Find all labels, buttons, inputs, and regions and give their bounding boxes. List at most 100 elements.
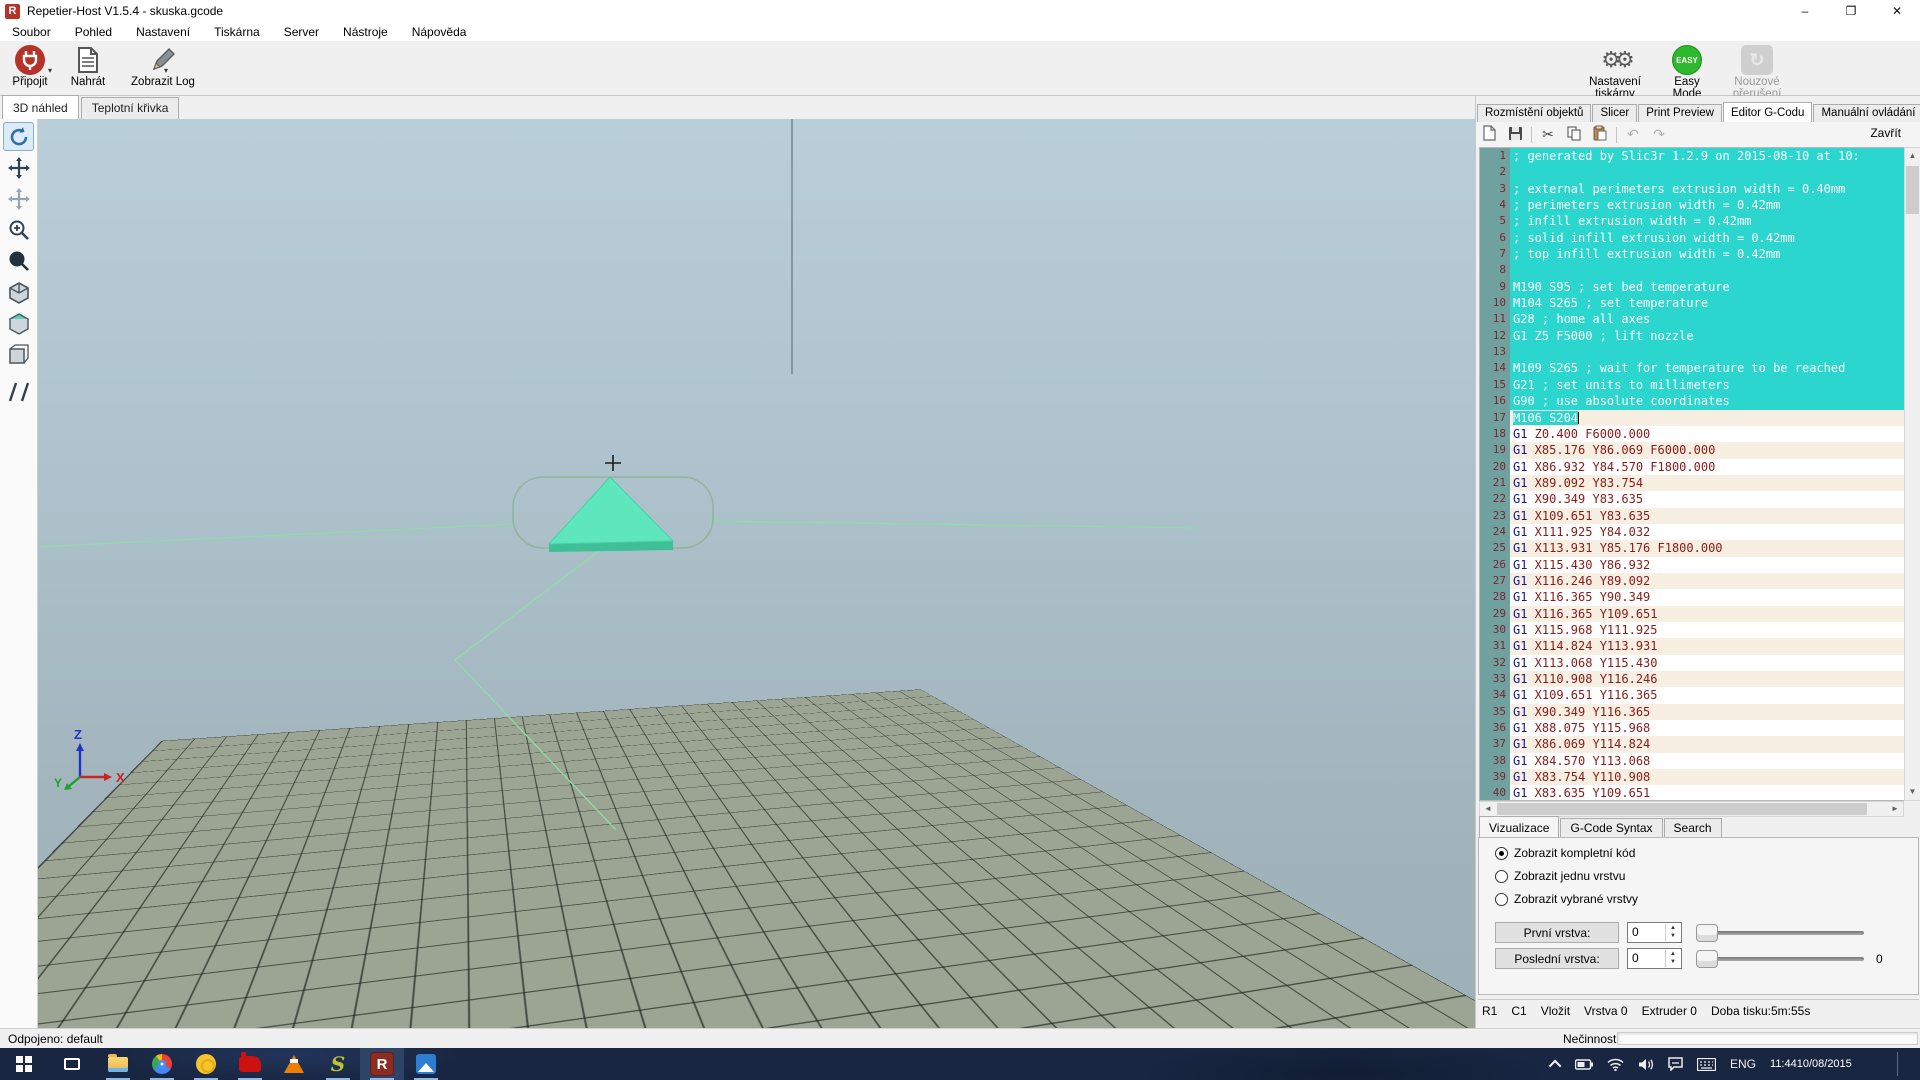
gcode-line[interactable]: 34G1 X109.651 Y116.365 [1480, 687, 1904, 703]
show-desktop-divider[interactable] [1897, 1052, 1898, 1076]
parallel-projection-button[interactable] [3, 377, 34, 406]
gcode-line[interactable]: 24G1 X111.925 Y84.032 [1480, 524, 1904, 540]
wifi-icon[interactable] [1607, 1058, 1624, 1071]
gcode-line[interactable]: 2 [1480, 164, 1904, 180]
taskbar-chrome-canary[interactable] [184, 1048, 228, 1080]
gcode-line[interactable]: 30G1 X115.968 Y111.925 [1480, 622, 1904, 638]
connect-button[interactable]: ▾ Připojit [4, 44, 56, 94]
tab-rozmisteni-objektu[interactable]: Rozmístění objektů [1477, 104, 1591, 122]
taskbar-slicer[interactable]: S [316, 1048, 360, 1080]
language-indicator[interactable]: ENG [1730, 1057, 1756, 1071]
gcode-line[interactable]: 32G1 X113.068 Y115.430 [1480, 655, 1904, 671]
gcode-line[interactable]: 27G1 X116.246 Y89.092 [1480, 573, 1904, 589]
show-log-button[interactable]: Zobrazit Log [128, 44, 198, 94]
tab-manualni-ovladani[interactable]: Manuální ovládání [1813, 104, 1920, 122]
touch-keyboard-icon[interactable] [1697, 1058, 1716, 1071]
slider-thumb[interactable] [1696, 950, 1718, 968]
menu-nastroje[interactable]: Nástroje [331, 25, 400, 39]
printer-settings-button[interactable]: ⚙⚙ Nastavení tiskárny [1570, 44, 1660, 94]
battery-icon[interactable] [1575, 1059, 1593, 1070]
gcode-line[interactable]: 12G1 Z5 F5000 ; lift nozzle [1480, 328, 1904, 344]
scroll-right-icon[interactable]: ► [1887, 802, 1903, 816]
load-button[interactable]: ▾ Nahrát [62, 44, 114, 94]
emergency-stop-button[interactable]: ↻ Nouzové přerušení [1714, 44, 1800, 94]
first-layer-spinner[interactable]: 0 ▲▼ [1627, 922, 1682, 943]
gcode-editor[interactable]: 1; generated by Slic3r 1.2.9 on 2015-08-… [1479, 147, 1904, 801]
iso-view-button[interactable] [3, 278, 34, 307]
close-button[interactable]: ✕ [1874, 0, 1920, 22]
gcode-line[interactable]: 1; generated by Slic3r 1.2.9 on 2015-08-… [1480, 148, 1904, 164]
menu-tiskarna[interactable]: Tiskárna [202, 25, 272, 39]
gcode-line[interactable]: 35G1 X90.349 Y116.365 [1480, 704, 1904, 720]
gcode-line[interactable]: 21G1 X89.092 Y83.754 [1480, 475, 1904, 491]
paste-icon[interactable] [1592, 125, 1608, 144]
tab-3d-nahled[interactable]: 3D náhled [2, 95, 79, 119]
front-view-button[interactable] [3, 340, 34, 369]
gcode-line[interactable]: 16G90 ; use absolute coordinates [1480, 393, 1904, 409]
move-view-button[interactable] [3, 153, 34, 182]
gcode-line[interactable]: 33G1 X110.908 Y116.246 [1480, 671, 1904, 687]
gcode-line[interactable]: 31G1 X114.824 Y113.931 [1480, 638, 1904, 654]
zoom-fit-button[interactable] [3, 246, 34, 275]
tab-print-preview[interactable]: Print Preview [1638, 104, 1722, 122]
save-icon[interactable] [1507, 126, 1523, 144]
top-view-button[interactable] [3, 309, 34, 338]
action-center-icon[interactable] [1668, 1057, 1683, 1071]
tray-chevron-icon[interactable] [1552, 1060, 1561, 1069]
slider-thumb[interactable] [1696, 924, 1718, 942]
gcode-line[interactable]: 29G1 X116.365 Y109.651 [1480, 606, 1904, 622]
gcode-line[interactable]: 40G1 X83.635 Y109.651 [1480, 785, 1904, 801]
scroll-up-icon[interactable]: ▲ [1905, 148, 1920, 164]
gcode-line[interactable]: 15G21 ; set units to millimeters [1480, 377, 1904, 393]
radio-icon[interactable] [1495, 870, 1508, 883]
radio-complete-code[interactable]: Zobrazit kompletní kód [1495, 846, 1635, 860]
new-file-icon[interactable] [1481, 125, 1497, 144]
last-layer-spinner[interactable]: 0 ▲▼ [1627, 948, 1682, 969]
gcode-line[interactable]: 28G1 X116.365 Y90.349 [1480, 589, 1904, 605]
tab-gcode-syntax[interactable]: G-Code Syntax [1560, 818, 1662, 838]
redo-icon[interactable]: ↷ [1651, 126, 1667, 143]
tab-search[interactable]: Search [1664, 818, 1722, 838]
first-layer-slider[interactable] [1696, 923, 1864, 943]
undo-icon[interactable]: ↶ [1625, 126, 1641, 143]
viewport-3d[interactable]: Z X Y [38, 119, 1475, 1028]
easy-mode-button[interactable]: EASY Easy Mode [1662, 44, 1712, 94]
taskbar-repetier-host[interactable]: R [360, 1048, 404, 1080]
scroll-left-icon[interactable]: ◄ [1480, 802, 1496, 816]
taskbar-vlc[interactable] [272, 1048, 316, 1080]
print-object[interactable] [549, 477, 673, 544]
editor-horizontal-scrollbar[interactable]: ◄ ► [1479, 801, 1904, 817]
gcode-line[interactable]: 38G1 X84.570 Y113.068 [1480, 753, 1904, 769]
scrollbar-thumb[interactable] [1906, 166, 1919, 214]
taskbar-clock[interactable]: 11:44 10/08/2015 [1770, 1058, 1852, 1071]
taskbar-file-explorer[interactable] [96, 1048, 140, 1080]
gcode-line[interactable]: 3; external perimeters extrusion width =… [1480, 181, 1904, 197]
gcode-line[interactable]: 26G1 X115.430 Y86.932 [1480, 557, 1904, 573]
gcode-line[interactable]: 19G1 X85.176 Y86.069 F6000.000 [1480, 442, 1904, 458]
gcode-line[interactable]: 6; solid infill extrusion width = 0.42mm [1480, 230, 1904, 246]
editor-close-button[interactable]: Zavřít [1870, 126, 1901, 140]
menu-server[interactable]: Server [272, 25, 331, 39]
scrollbar-thumb[interactable] [1497, 803, 1867, 815]
last-layer-slider[interactable] [1696, 949, 1864, 969]
spinner-arrows-icon[interactable]: ▲▼ [1665, 924, 1680, 941]
tab-teplotni-krivka[interactable]: Teplotní křivka [81, 97, 180, 119]
rotate-view-button[interactable] [3, 122, 34, 151]
gcode-line[interactable]: 17M106 S204 [1480, 410, 1904, 426]
taskbar-bullguard[interactable] [228, 1048, 272, 1080]
zoom-in-button[interactable] [3, 215, 34, 244]
scroll-down-icon[interactable]: ▼ [1905, 784, 1920, 800]
gcode-line[interactable]: 20G1 X86.932 Y84.570 F1800.000 [1480, 459, 1904, 475]
gcode-line[interactable]: 9M190 S95 ; set bed temperature [1480, 279, 1904, 295]
menu-napoveda[interactable]: Nápověda [400, 25, 479, 39]
gcode-line[interactable]: 39G1 X83.754 Y110.908 [1480, 769, 1904, 785]
first-layer-button[interactable]: První vrstva: [1495, 922, 1619, 943]
maximize-button[interactable]: ❐ [1828, 0, 1874, 22]
volume-icon[interactable] [1638, 1058, 1654, 1071]
last-layer-button[interactable]: Poslední vrstva: [1495, 948, 1619, 969]
gcode-line[interactable]: 7; top infill extrusion width = 0.42mm [1480, 246, 1904, 262]
gcode-line[interactable]: 13 [1480, 344, 1904, 360]
copy-icon[interactable] [1566, 126, 1582, 144]
gcode-line[interactable]: 4; perimeters extrusion width = 0.42mm [1480, 197, 1904, 213]
start-button[interactable] [2, 1048, 46, 1080]
